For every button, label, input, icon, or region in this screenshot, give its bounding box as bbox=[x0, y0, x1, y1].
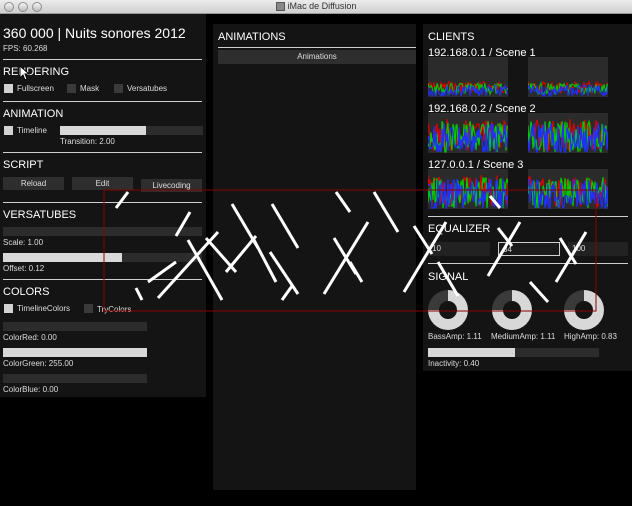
middle-panel bbox=[213, 24, 416, 490]
timeline-checkbox[interactable] bbox=[4, 126, 13, 135]
divider bbox=[3, 202, 202, 203]
divider bbox=[3, 152, 202, 153]
client-2-graph-right bbox=[527, 113, 609, 154]
project-title: 360 000 | Nuits sonores 2012 bbox=[3, 25, 186, 41]
high-amp-gauge bbox=[564, 290, 604, 330]
signal-trace bbox=[427, 175, 509, 211]
equalizer-high-field[interactable]: 100 bbox=[568, 242, 628, 256]
edit-button[interactable]: Edit bbox=[72, 177, 133, 190]
try-colors-checkbox[interactable] bbox=[84, 304, 93, 313]
bass-amp-gauge bbox=[428, 290, 468, 330]
mouse-cursor-icon bbox=[19, 65, 31, 81]
timeline-colors-checkbox[interactable] bbox=[4, 304, 13, 313]
divider bbox=[3, 59, 202, 60]
color-red-slider[interactable] bbox=[3, 322, 147, 331]
client-1-graph-right bbox=[527, 57, 609, 98]
fps-readout: FPS: 60.268 bbox=[3, 44, 48, 53]
animations-heading: ANIMATIONS bbox=[218, 31, 286, 43]
versatubes-label: Versatubes bbox=[127, 84, 168, 93]
medium-amp-gauge bbox=[492, 290, 532, 330]
offset-slider-fill bbox=[3, 253, 123, 262]
equalizer-low-field[interactable]: 10 bbox=[428, 242, 490, 256]
signal-trace bbox=[527, 176, 609, 210]
divider bbox=[428, 263, 628, 264]
signal-heading: SIGNAL bbox=[428, 271, 469, 283]
window-title: iMac de Diffusion bbox=[0, 1, 632, 12]
client-3-graph-right bbox=[527, 169, 609, 210]
color-green-slider[interactable] bbox=[3, 348, 147, 357]
color-green-slider-fill bbox=[3, 348, 147, 357]
inactivity-slider[interactable] bbox=[428, 348, 599, 357]
reload-button[interactable]: Reload bbox=[3, 177, 64, 190]
colors-heading: COLORS bbox=[3, 286, 50, 298]
window-title-text: iMac de Diffusion bbox=[287, 1, 357, 11]
color-blue-slider[interactable] bbox=[3, 374, 147, 383]
scale-value: Scale: 1.00 bbox=[3, 238, 44, 247]
client-2-graph-left bbox=[427, 113, 509, 153]
rendering-heading: RENDERING bbox=[3, 66, 70, 78]
client-3-graph-left bbox=[427, 169, 509, 211]
divider bbox=[3, 279, 202, 280]
client-1-graph-left bbox=[427, 57, 509, 98]
color-blue-value: ColorBlue: 0.00 bbox=[3, 385, 59, 394]
transition-slider[interactable] bbox=[60, 126, 203, 135]
scale-slider[interactable] bbox=[3, 227, 202, 236]
timeline-colors-label: TimelineColors bbox=[17, 304, 71, 313]
fullscreen-label: Fullscreen bbox=[17, 84, 54, 93]
signal-trace bbox=[427, 118, 509, 153]
equalizer-heading: EQUALIZER bbox=[428, 223, 491, 235]
signal-trace bbox=[527, 119, 609, 154]
try-colors-label: TryColors bbox=[97, 305, 132, 314]
signal-trace bbox=[527, 80, 609, 98]
divider bbox=[3, 101, 202, 102]
animation-heading: ANIMATION bbox=[3, 108, 64, 120]
divider bbox=[428, 216, 628, 217]
color-red-value: ColorRed: 0.00 bbox=[3, 333, 57, 342]
inactivity-slider-fill bbox=[428, 348, 516, 357]
signal-trace bbox=[427, 80, 509, 98]
inactivity-value: Inactivity: 0.40 bbox=[428, 359, 480, 368]
bass-amp-value: BassAmp: 1.11 bbox=[428, 332, 482, 341]
equalizer-mid-field[interactable]: 34 bbox=[498, 242, 560, 256]
color-green-value: ColorGreen: 255.00 bbox=[3, 359, 74, 368]
fullscreen-checkbox[interactable] bbox=[4, 84, 13, 93]
offset-slider[interactable] bbox=[3, 253, 202, 262]
transition-value: Transition: 2.00 bbox=[60, 137, 115, 146]
app-icon bbox=[275, 2, 285, 12]
medium-amp-value: MediumAmp: 1.11 bbox=[491, 332, 556, 341]
high-amp-value: HighAmp: 0.83 bbox=[564, 332, 617, 341]
versatubes-checkbox[interactable] bbox=[114, 84, 123, 93]
mask-checkbox[interactable] bbox=[67, 84, 76, 93]
mask-label: Mask bbox=[80, 84, 100, 93]
timeline-label: Timeline bbox=[17, 126, 47, 135]
livecoding-button[interactable]: Livecoding bbox=[141, 179, 202, 192]
offset-value: Offset: 0.12 bbox=[3, 264, 45, 273]
window-titlebar: iMac de Diffusion bbox=[0, 0, 632, 14]
transition-slider-fill bbox=[60, 126, 146, 135]
animations-button[interactable]: Animations bbox=[218, 50, 416, 64]
script-heading: SCRIPT bbox=[3, 159, 44, 171]
divider bbox=[218, 47, 416, 48]
versatubes-heading: VERSATUBES bbox=[3, 209, 77, 221]
clients-heading: CLIENTS bbox=[428, 31, 475, 43]
